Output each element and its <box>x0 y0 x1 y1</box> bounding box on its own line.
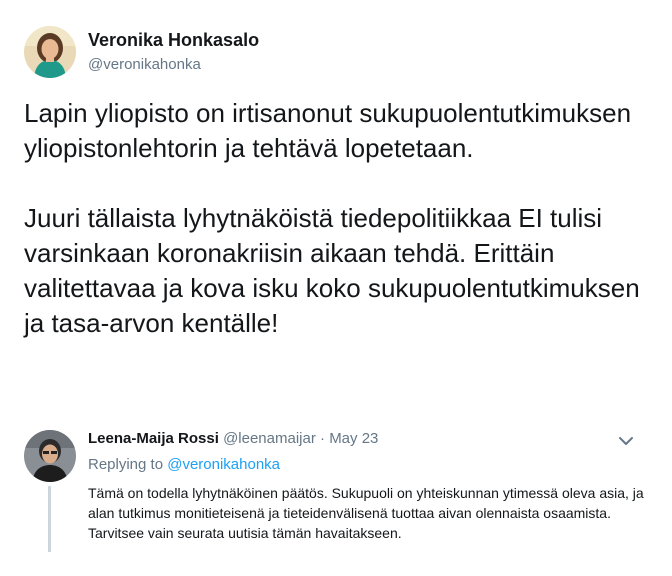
author-handle[interactable]: @veronikahonka <box>88 55 259 75</box>
profile-photo-icon <box>24 26 76 78</box>
reply-header: Leena-Maija Rossi @leenamaijar · May 23 <box>88 429 378 449</box>
thread-line <box>48 486 51 552</box>
replying-to-label: Replying to <box>88 456 164 473</box>
reply-author-display-name[interactable]: Leena-Maija Rossi <box>88 430 219 447</box>
reply-separator: · <box>320 430 326 447</box>
tweet-card: Veronika Honkasalo @veronikahonka Lapin … <box>0 0 672 576</box>
tweet-text: Lapin yliopisto on irtisanonut sukupuole… <box>24 98 640 338</box>
tweet-author: Veronika Honkasalo @veronikahonka <box>24 26 259 78</box>
author-display-name[interactable]: Veronika Honkasalo <box>88 29 259 51</box>
author-avatar[interactable] <box>24 26 76 78</box>
chevron-down-icon[interactable] <box>617 432 635 450</box>
replying-to-handle-link[interactable]: @veronikahonka <box>167 456 280 473</box>
reply-author-handle[interactable]: @leenamaijar <box>223 430 316 447</box>
reply-date[interactable]: May 23 <box>329 430 378 447</box>
author-names: Veronika Honkasalo @veronikahonka <box>88 29 259 75</box>
reply-text: Tämä on todella lyhytnäköinen päätös. Su… <box>88 485 644 541</box>
replying-to: Replying to @veronikahonka <box>88 455 280 475</box>
reply-author-avatar[interactable] <box>24 430 76 482</box>
profile-photo-icon <box>24 430 76 482</box>
